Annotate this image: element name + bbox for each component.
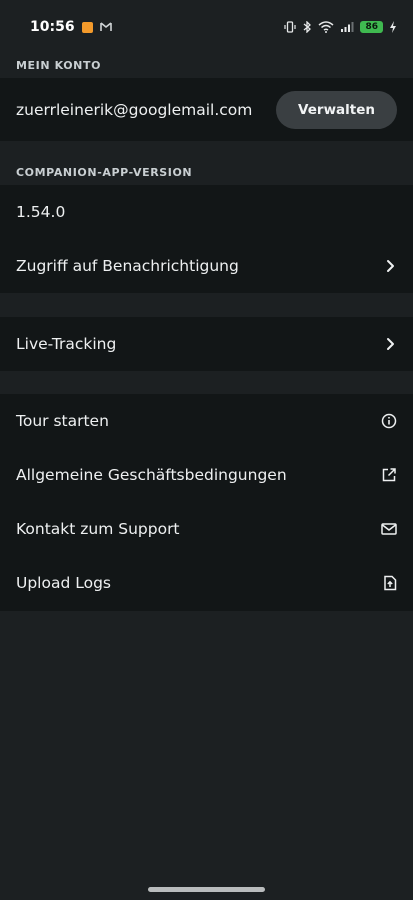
notification-access-label: Zugriff auf Benachrichtigung — [16, 257, 239, 275]
wifi-icon — [318, 21, 334, 33]
tour-row[interactable]: Tour starten — [0, 394, 413, 448]
manage-account-button[interactable]: Verwalten — [276, 90, 397, 129]
terms-label: Allgemeine Geschäftsbedingungen — [16, 466, 287, 484]
external-link-icon — [382, 468, 396, 482]
upload-logs-label: Upload Logs — [16, 574, 111, 592]
links-card: Tour starten Allgemeine Geschäftsbedingu… — [0, 394, 413, 611]
signal-icon — [341, 22, 354, 32]
live-tracking-row[interactable]: Live-Tracking — [0, 317, 413, 371]
bluetooth-icon — [304, 21, 312, 33]
support-row[interactable]: Kontakt zum Support — [0, 502, 413, 556]
vibrate-icon — [284, 21, 297, 33]
status-bar: 10:56 86 — [0, 0, 413, 54]
status-time: 10:56 — [30, 19, 75, 35]
chevron-right-icon — [387, 260, 394, 272]
notification-app-icon — [81, 21, 93, 33]
info-icon — [381, 413, 397, 429]
chevron-right-icon — [387, 338, 394, 350]
app-version-section-title: COMPANION-APP-VERSION — [16, 165, 193, 179]
battery-indicator: 86 — [360, 21, 383, 33]
terms-row[interactable]: Allgemeine Geschäftsbedingungen — [0, 448, 413, 502]
app-version-row: 1.54.0 — [0, 185, 413, 239]
live-tracking-card: Live-Tracking — [0, 317, 413, 371]
app-version-card: 1.54.0 Zugriff auf Benachrichtigung — [0, 185, 413, 293]
account-card: zuerrleinerik@googlemail.com Verwalten — [0, 78, 413, 141]
tour-label: Tour starten — [16, 412, 109, 430]
upload-file-icon — [384, 575, 397, 591]
live-tracking-label: Live-Tracking — [16, 335, 117, 353]
app-version-value: 1.54.0 — [16, 203, 66, 221]
mail-icon — [381, 523, 397, 535]
home-indicator[interactable] — [148, 887, 265, 892]
account-email: zuerrleinerik@googlemail.com — [16, 100, 253, 119]
charging-icon — [390, 21, 396, 33]
upload-logs-row[interactable]: Upload Logs — [0, 556, 413, 610]
support-label: Kontakt zum Support — [16, 520, 180, 538]
account-section-title: MEIN KONTO — [16, 58, 102, 72]
notification-access-row[interactable]: Zugriff auf Benachrichtigung — [0, 239, 413, 293]
gmail-icon — [99, 22, 112, 31]
